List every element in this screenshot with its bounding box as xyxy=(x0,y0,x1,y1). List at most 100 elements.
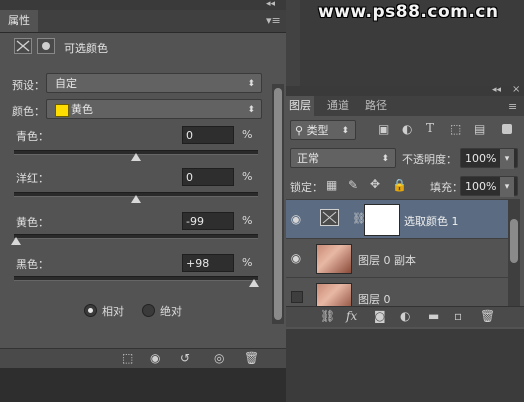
slider-thumb-cyan[interactable] xyxy=(131,153,141,161)
dropdown-arrows-icon: ⬍ xyxy=(247,105,255,115)
percent-unit: % xyxy=(242,214,253,227)
mask-icon[interactable] xyxy=(37,38,55,54)
properties-panel: ◂◂ 属性 ▾≡ 可选颜色 预设： 自定 ⬍ 颜色： 黄色 ⬍ 青色： 0 % … xyxy=(0,0,287,369)
filter-toggle-icon[interactable] xyxy=(502,124,512,134)
watermark-text: www.ps88.com.cn xyxy=(318,2,499,22)
lock-label: 锁定： xyxy=(290,181,323,194)
properties-tabbar: 属性 ▾≡ xyxy=(0,10,286,33)
value-field-black[interactable]: +98 xyxy=(182,254,234,272)
color-dropdown[interactable]: 黄色 ⬍ xyxy=(46,99,262,119)
blend-mode-value: 正常 xyxy=(297,152,319,165)
tab-properties[interactable]: 属性 xyxy=(0,10,38,32)
reset-icon[interactable]: ↺ xyxy=(180,351,190,365)
new-layer-icon[interactable]: ▫ xyxy=(454,309,462,323)
fill-value: 100% xyxy=(465,180,497,193)
tab-paths[interactable]: 路径 xyxy=(362,96,390,116)
percent-unit: % xyxy=(242,128,253,141)
lock-transparent-icon[interactable]: ▦ xyxy=(326,178,337,192)
layer-name: 选取颜色 1 xyxy=(404,215,459,228)
value-field-yellow[interactable]: -99 xyxy=(182,212,234,230)
panel-top-strip: ◂◂ xyxy=(0,0,286,10)
dropdown-arrows-icon: ⬍ xyxy=(247,79,255,89)
chevron-down-icon[interactable]: ▾ xyxy=(500,149,514,169)
new-group-icon[interactable]: ▬ xyxy=(428,309,439,323)
image-filter-icon[interactable]: ▣ xyxy=(378,122,389,136)
layers-footer: ⛓ fx ◙ ◐ ▬ ▫ 🗑 xyxy=(286,306,524,327)
tab-channels[interactable]: 通道 xyxy=(324,96,352,116)
scrollbar-thumb[interactable] xyxy=(274,88,282,320)
layer-name: 图层 0 副本 xyxy=(358,254,416,267)
collapse-arrows-icon[interactable]: ◂◂ xyxy=(492,85,501,95)
preset-dropdown[interactable]: 自定 ⬍ xyxy=(46,73,262,93)
layer-row-layer0[interactable]: 图层 0 xyxy=(286,277,508,307)
value-field-magenta[interactable]: 0 xyxy=(182,168,234,186)
slider-label-cyan: 青色： xyxy=(16,130,49,143)
dropdown-arrows-icon: ⬍ xyxy=(341,126,349,136)
slider-label-yellow: 黄色： xyxy=(16,216,49,229)
clip-to-layer-icon[interactable]: ⬚ xyxy=(122,351,133,365)
close-icon[interactable]: × xyxy=(512,84,520,95)
opacity-label: 不透明度： xyxy=(402,153,457,166)
slider-thumb-black[interactable] xyxy=(249,279,259,287)
layer-thumbnail xyxy=(316,283,352,307)
visibility-eye-icon[interactable]: ◎ xyxy=(214,351,224,365)
search-icon: ⚲ xyxy=(295,124,304,137)
radio-absolute[interactable] xyxy=(142,304,155,317)
type-filter-icon[interactable]: T xyxy=(426,121,434,135)
yellow-swatch xyxy=(55,104,69,117)
slider-thumb-magenta[interactable] xyxy=(131,195,141,203)
adjustment-filter-icon[interactable]: ◐ xyxy=(402,122,412,136)
slider-label-magenta: 洋红： xyxy=(16,172,49,185)
chevron-down-icon[interactable]: ▾ xyxy=(500,177,514,197)
dropdown-arrows-icon: ⬍ xyxy=(381,154,389,164)
view-previous-icon[interactable]: ◉ xyxy=(150,351,160,365)
blend-mode-dropdown[interactable]: 正常 ⬍ xyxy=(290,148,396,168)
collapse-arrows-icon[interactable]: ◂◂ xyxy=(266,0,275,9)
visibility-empty-box[interactable] xyxy=(291,291,303,303)
lock-all-icon[interactable]: 🔒 xyxy=(392,178,407,192)
fill-field[interactable]: 100% ▾ xyxy=(460,176,518,197)
smart-object-filter-icon[interactable]: ▤ xyxy=(474,122,485,136)
properties-scrollbar[interactable] xyxy=(272,84,284,324)
link-layers-icon[interactable]: ⛓ xyxy=(320,309,335,323)
adjustment-title: 可选颜色 xyxy=(64,42,108,55)
radio-relative-label: 相对 xyxy=(102,305,124,318)
panel-menu-icon[interactable]: ▾≡ xyxy=(266,14,281,27)
visibility-eye-icon[interactable]: ◉ xyxy=(286,200,306,238)
layers-tabbar: 图层 通道 路径 ≡ xyxy=(286,96,524,116)
radio-relative[interactable] xyxy=(84,304,97,317)
radio-absolute-label: 绝对 xyxy=(160,305,182,318)
slider-track-yellow[interactable] xyxy=(14,234,258,239)
preset-label: 预设： xyxy=(12,79,45,92)
lock-image-icon[interactable]: ✎ xyxy=(348,178,358,192)
lock-position-icon[interactable]: ✥ xyxy=(370,177,380,191)
opacity-field[interactable]: 100% ▾ xyxy=(460,148,518,169)
add-mask-icon[interactable]: ◙ xyxy=(374,309,386,323)
preset-value: 自定 xyxy=(55,77,77,90)
adjustment-icon[interactable] xyxy=(14,38,32,54)
panel-divider xyxy=(286,0,300,86)
percent-unit: % xyxy=(242,256,253,269)
color-value: 黄色 xyxy=(71,103,93,116)
adjustment-header: 可选颜色 xyxy=(0,34,286,60)
color-label: 颜色： xyxy=(12,105,45,118)
filter-kind-dropdown[interactable]: ⚲ 类型 ⬍ xyxy=(290,120,356,140)
fx-icon[interactable]: fx xyxy=(346,309,357,323)
tab-layers[interactable]: 图层 xyxy=(286,96,314,116)
shape-filter-icon[interactable]: ⬚ xyxy=(450,122,461,136)
visibility-eye-icon[interactable]: ◉ xyxy=(286,239,306,277)
scrollbar-thumb[interactable] xyxy=(510,219,518,263)
layer-mask-thumbnail[interactable] xyxy=(364,204,400,236)
filter-kind-value: 类型 xyxy=(306,124,329,137)
trash-icon[interactable]: 🗑 xyxy=(244,351,259,365)
slider-thumb-yellow[interactable] xyxy=(11,237,21,245)
layer-row-layer0-copy[interactable]: ◉ 图层 0 副本 xyxy=(286,238,508,277)
layers-scrollbar[interactable] xyxy=(508,199,520,306)
slider-track-black[interactable] xyxy=(14,276,258,281)
trash-icon[interactable]: 🗑 xyxy=(480,309,495,323)
workspace-bottom xyxy=(0,368,286,402)
layer-row-selective-color[interactable]: ◉ ⛓ 选取颜色 1 xyxy=(286,199,508,238)
new-adjustment-icon[interactable]: ◐ xyxy=(400,309,410,323)
value-field-cyan[interactable]: 0 xyxy=(182,126,234,144)
panel-menu-icon[interactable]: ≡ xyxy=(508,100,517,113)
